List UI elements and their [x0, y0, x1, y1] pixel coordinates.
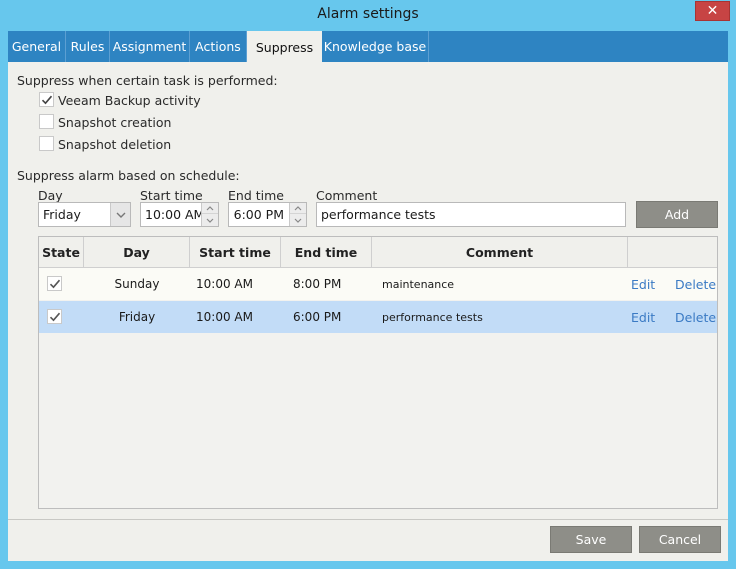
start-time-value: 10:00 AM: [145, 207, 205, 222]
grid-header: State Day Start time End time Comment: [39, 237, 717, 268]
row-end-time: 8:00 PM: [293, 277, 342, 291]
checkmark-icon: [49, 279, 61, 289]
row-day: Sunday: [114, 277, 160, 291]
row-state-checkbox[interactable]: [47, 276, 62, 291]
tab-rules[interactable]: Rules: [66, 31, 110, 62]
column-header-comment[interactable]: Comment: [372, 237, 628, 268]
start-time-spinner[interactable]: [201, 203, 218, 226]
suppress-task-heading: Suppress when certain task is performed:: [17, 73, 278, 88]
table-row[interactable]: Friday 10:00 AM 6:00 PM performance test…: [39, 301, 717, 333]
close-icon: ✕: [706, 3, 719, 19]
day-label: Day: [38, 188, 63, 203]
edit-link[interactable]: Edit: [631, 268, 661, 300]
day-select[interactable]: Friday: [38, 202, 131, 227]
add-button[interactable]: Add: [636, 201, 718, 228]
tab-general[interactable]: General: [8, 31, 66, 62]
snapshot-creation-label: Snapshot creation: [58, 115, 172, 130]
close-button[interactable]: ✕: [695, 1, 730, 21]
start-time-input[interactable]: 10:00 AM: [140, 202, 219, 227]
delete-link[interactable]: Delete: [675, 301, 716, 333]
tab-assignment[interactable]: Assignment: [110, 31, 190, 62]
veeam-backup-label: Veeam Backup activity: [58, 93, 201, 108]
table-row[interactable]: Sunday 10:00 AM 8:00 PM maintenance Edit…: [39, 268, 717, 300]
tab-actions[interactable]: Actions: [190, 31, 247, 62]
comment-value: performance tests: [321, 207, 436, 222]
dialog-body: General Rules Assignment Actions Suppres…: [8, 31, 728, 561]
end-time-label: End time: [228, 188, 284, 203]
column-header-start-time[interactable]: Start time: [190, 237, 281, 268]
schedule-grid: State Day Start time End time Comment Su…: [38, 236, 718, 509]
veeam-backup-checkbox[interactable]: [39, 92, 54, 107]
comment-input[interactable]: performance tests: [316, 202, 626, 227]
column-header-actions: [628, 237, 717, 268]
delete-link[interactable]: Delete: [675, 268, 716, 300]
row-start-time: 10:00 AM: [196, 277, 253, 291]
column-header-day[interactable]: Day: [84, 237, 190, 268]
checkmark-icon: [41, 95, 53, 105]
save-button[interactable]: Save: [550, 526, 632, 553]
end-time-spinner[interactable]: [289, 203, 306, 226]
snapshot-deletion-checkbox[interactable]: [39, 136, 54, 151]
comment-label: Comment: [316, 188, 378, 203]
column-header-state[interactable]: State: [39, 237, 84, 268]
spin-up-icon[interactable]: [202, 203, 218, 214]
row-day: Friday: [118, 310, 156, 324]
title-bar: Alarm settings ✕: [0, 0, 736, 31]
chevron-down-icon: [110, 203, 130, 226]
tab-suppress[interactable]: Suppress: [247, 31, 322, 63]
spin-down-icon[interactable]: [202, 215, 218, 226]
end-time-value: 6:00 PM: [233, 207, 284, 222]
checkmark-icon: [49, 312, 61, 322]
snapshot-deletion-label: Snapshot deletion: [58, 137, 172, 152]
end-time-input[interactable]: 6:00 PM: [228, 202, 307, 227]
spin-up-icon[interactable]: [290, 203, 306, 214]
window-title: Alarm settings: [317, 6, 419, 22]
tab-knowledge-base[interactable]: Knowledge base: [322, 31, 429, 62]
edit-link[interactable]: Edit: [631, 301, 661, 333]
column-header-end-time[interactable]: End time: [281, 237, 372, 268]
row-end-time: 6:00 PM: [293, 310, 342, 324]
day-select-value: Friday: [43, 207, 81, 222]
alarm-settings-window: Alarm settings ✕ General Rules Assignmen…: [0, 0, 736, 569]
spin-down-icon[interactable]: [290, 215, 306, 226]
cancel-button[interactable]: Cancel: [639, 526, 721, 553]
row-state-checkbox[interactable]: [47, 309, 62, 324]
row-comment: maintenance: [382, 277, 455, 291]
footer-divider: [8, 519, 728, 520]
schedule-heading: Suppress alarm based on schedule:: [17, 168, 240, 183]
row-comment: performance tests: [382, 310, 483, 324]
snapshot-creation-checkbox[interactable]: [39, 114, 54, 129]
row-start-time: 10:00 AM: [196, 310, 253, 324]
tab-bar: General Rules Assignment Actions Suppres…: [8, 31, 728, 63]
start-time-label: Start time: [140, 188, 203, 203]
